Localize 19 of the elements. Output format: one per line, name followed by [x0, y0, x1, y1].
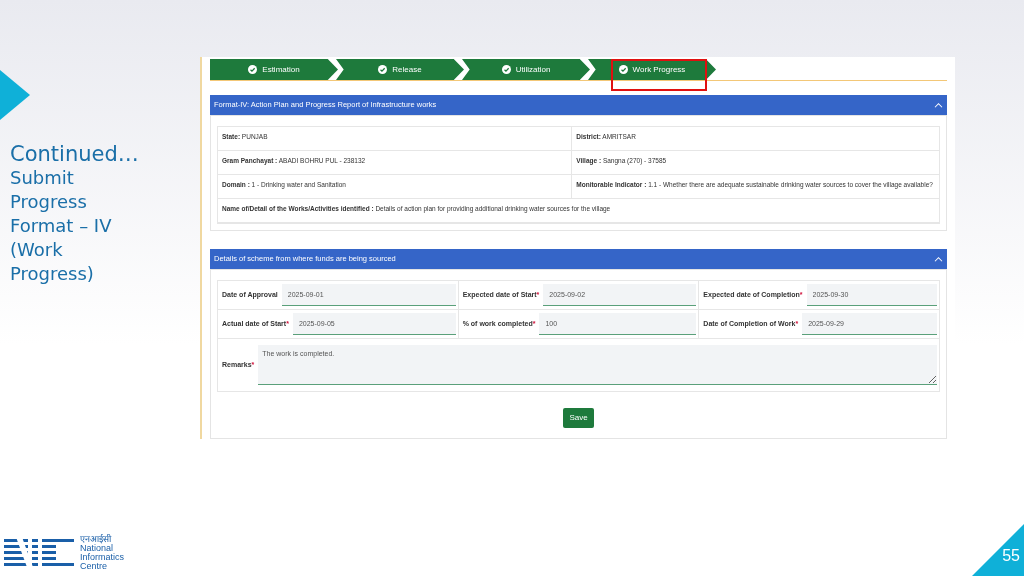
page-number: 55 — [1002, 546, 1020, 566]
chevron-icon[interactable] — [934, 101, 943, 109]
slide-subheading: Format – IV — [10, 214, 113, 238]
logo-text: National — [80, 544, 115, 553]
slide-subheading: Progress — [10, 190, 88, 214]
save-button[interactable]: Save — [563, 408, 594, 428]
step-tab[interactable]: Work Progress — [588, 59, 716, 80]
step-tab[interactable]: Estimation — [210, 59, 338, 80]
slide-heading: Continued… — [10, 142, 139, 166]
step-tab[interactable]: Utilization — [462, 59, 590, 80]
logo-icon — [4, 537, 74, 569]
slide-subheading: Submit — [10, 166, 75, 190]
step-tab[interactable]: Release — [336, 59, 464, 80]
logo-text: एनआईसी — [80, 535, 112, 544]
logo-text: Centre — [80, 562, 108, 571]
logo-text: Informatics — [80, 553, 124, 562]
slide-subheading: (Work — [10, 238, 64, 262]
slide-subheading: Progress) — [10, 262, 95, 286]
chevron-icon[interactable] — [934, 255, 943, 263]
